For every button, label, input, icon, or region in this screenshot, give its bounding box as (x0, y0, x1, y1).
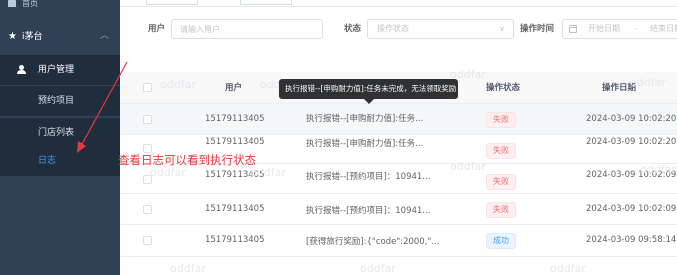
annotation-text: 查看日志可以看到执行状态 (118, 153, 256, 167)
annotation-arrow (77, 61, 128, 153)
